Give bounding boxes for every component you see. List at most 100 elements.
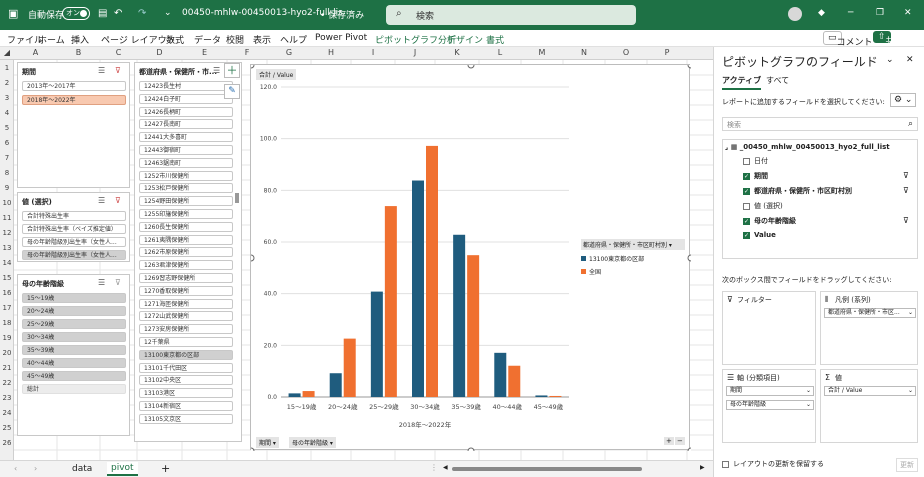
row-header[interactable]: 24 (0, 409, 14, 417)
scrollbar-right-arrow[interactable]: ▶ (700, 464, 705, 471)
resize-handle[interactable] (467, 447, 475, 451)
minimize-icon[interactable]: ─ (848, 8, 853, 18)
slicer-item[interactable]: 12441大多喜町 (139, 132, 233, 143)
row-header[interactable]: 14 (0, 259, 14, 267)
autosave-toggle[interactable]: オン (62, 7, 90, 20)
row-header[interactable]: 15 (0, 274, 14, 282)
slicer-item[interactable]: 母の年齢階級別出生率（女性人... (22, 250, 126, 260)
column-header[interactable]: E (182, 48, 227, 57)
excel-icon[interactable]: ▣ (8, 7, 18, 20)
row-header[interactable]: 22 (0, 379, 14, 387)
clear-filter-icon[interactable]: ⊽ (115, 278, 121, 287)
row-header[interactable]: 10 (0, 199, 14, 207)
slicer-item[interactable]: 25～29歳 (22, 319, 126, 329)
row-header[interactable]: 16 (0, 289, 14, 297)
column-header[interactable]: D (137, 48, 182, 57)
resize-handle[interactable] (251, 65, 255, 69)
tab-active[interactable]: アクティブ (722, 75, 762, 90)
tab-pivotchart-analyze[interactable]: ピボットグラフ分析 (375, 33, 456, 46)
slicer-item[interactable]: 13105文京区 (139, 413, 233, 424)
column-header[interactable]: H (311, 48, 351, 57)
field-item[interactable]: 値 (選択) (743, 201, 783, 211)
slicer-item[interactable]: 30～34歳 (22, 332, 126, 342)
field-item[interactable]: ✓ 都道府県・保健所・市区町村別 (743, 186, 852, 196)
scroll-right-icon[interactable]: › (34, 464, 37, 473)
slicer-item[interactable]: 12443御宿町 (139, 145, 233, 155)
axis-field-button-age[interactable]: 母の年齢階級 ▾ (289, 437, 336, 448)
column-header[interactable]: A (14, 48, 57, 57)
slicer-item[interactable]: 20～24歳 (22, 306, 126, 316)
slicer-item[interactable]: 2013年～2017年 (22, 81, 126, 91)
table-node[interactable]: ⌟ ▦ _00450_mhlw_00450013_hyo2_full_list (725, 143, 890, 151)
slicer-item[interactable]: 35～39歳 (22, 345, 126, 355)
share-button[interactable]: ⇧ 共有 (873, 31, 904, 47)
tab-review[interactable]: 校閲 (226, 33, 244, 46)
row-header[interactable]: 9 (0, 184, 14, 192)
field-item[interactable]: 日付 (743, 156, 768, 166)
slicer-item[interactable]: 12463鋸南町 (139, 157, 233, 168)
multi-select-icon[interactable]: ☰ (98, 196, 105, 205)
horizontal-scrollbar[interactable] (452, 467, 642, 471)
column-header[interactable]: B (57, 48, 100, 57)
tab-home[interactable]: ホーム (38, 33, 65, 46)
row-header[interactable]: 17 (0, 304, 14, 312)
multi-select-icon[interactable]: ☰ (98, 278, 105, 287)
tab-page-layout[interactable]: ページ レイアウト (101, 33, 176, 46)
slicer-item[interactable]: 合計特殊出生率 (22, 211, 126, 221)
axis-area[interactable]: ☰ 軸 (分類項目) 期間 ⌄ 母の年齢階級 ⌄ (722, 369, 816, 443)
slicer-item[interactable]: 2018年～2022年 (22, 95, 126, 105)
multi-select-icon[interactable]: ☰ (98, 66, 105, 75)
select-all-corner[interactable]: ◢ (0, 48, 14, 57)
row-header[interactable]: 3 (0, 94, 14, 102)
values-field-chip[interactable]: 合計 / Value ⌄ (824, 386, 916, 396)
column-header[interactable]: J (395, 48, 435, 57)
tab-data[interactable]: データ (194, 33, 221, 46)
row-header[interactable]: 21 (0, 364, 14, 372)
qat-more-icon[interactable]: ⌄ (164, 8, 172, 18)
tab-format[interactable]: 書式 (486, 33, 504, 46)
slicer-item[interactable]: 合計特殊出生率（ベイズ推定値） (22, 224, 126, 234)
row-header[interactable]: 2 (0, 79, 14, 87)
slicer-age[interactable]: 母の年齢階級 ☰ ⊽ 15～19歳 20～24歳 25～29歳 30～34歳 3… (17, 274, 130, 436)
slicer-item[interactable]: 15～19歳 (22, 293, 126, 303)
filter-icon[interactable]: ⊽ (903, 186, 909, 195)
close-icon[interactable]: ✕ (904, 8, 912, 18)
sheet-tab-pivot[interactable]: pivot (107, 462, 138, 476)
legend-area[interactable]: ⦀ 凡例 (系列) 都道府県・保健所・市区... ⌄ (820, 291, 918, 365)
redo-icon[interactable]: ↷ (138, 8, 146, 19)
row-header[interactable]: 25 (0, 424, 14, 432)
tools-gear-button[interactable]: ⚙ ⌄ (890, 93, 917, 107)
row-header[interactable]: 19 (0, 334, 14, 342)
collapse-button[interactable]: − (675, 437, 685, 445)
column-header[interactable]: C (100, 48, 137, 57)
slicer-item[interactable]: 12427長南町 (139, 119, 233, 130)
scroll-left-icon[interactable]: ‹ (14, 464, 17, 473)
slicer-value[interactable]: 値 (選択) ☰ ⊽ 合計特殊出生率 合計特殊出生率（ベイズ推定値） 母の年齢階… (17, 192, 130, 262)
row-header[interactable]: 1 (0, 64, 14, 72)
column-header[interactable]: I (351, 48, 395, 57)
column-header[interactable]: L (479, 48, 521, 57)
slicer-item[interactable]: 12426長柄町 (139, 106, 233, 117)
column-header[interactable]: F (227, 48, 267, 57)
filter-icon[interactable]: ⊽ (903, 216, 909, 225)
row-header[interactable]: 12 (0, 229, 14, 237)
axis-field-chip[interactable]: 期間 ⌄ (726, 386, 814, 396)
slicer-item[interactable]: 1261夷隅保健所 (139, 234, 233, 245)
resize-handle[interactable] (687, 65, 691, 69)
slicer-item[interactable]: 13101千代田区 (139, 362, 233, 373)
slicer-item[interactable]: 45～49歳 (22, 371, 126, 381)
clear-filter-icon[interactable]: ⊽ (115, 66, 121, 75)
column-header[interactable]: K (435, 48, 479, 57)
resize-handle[interactable] (251, 254, 255, 262)
slicer-item[interactable]: 12423長生村 (139, 81, 233, 91)
multi-select-icon[interactable]: ☰ (213, 66, 220, 75)
slicer-item[interactable]: 1252市川保健所 (139, 170, 233, 181)
slicer-item[interactable]: 40～44歳 (22, 358, 126, 368)
column-header[interactable]: G (267, 48, 311, 57)
slicer-item[interactable]: 1253松戸保健所 (139, 183, 233, 194)
resize-handle[interactable] (467, 65, 475, 69)
slicer-item[interactable]: 1255印旛保健所 (139, 209, 233, 219)
tab-help[interactable]: ヘルプ (280, 33, 307, 46)
field-item[interactable]: ✓ Value (743, 231, 776, 239)
chart-elements-button[interactable]: ＋ (224, 63, 240, 78)
